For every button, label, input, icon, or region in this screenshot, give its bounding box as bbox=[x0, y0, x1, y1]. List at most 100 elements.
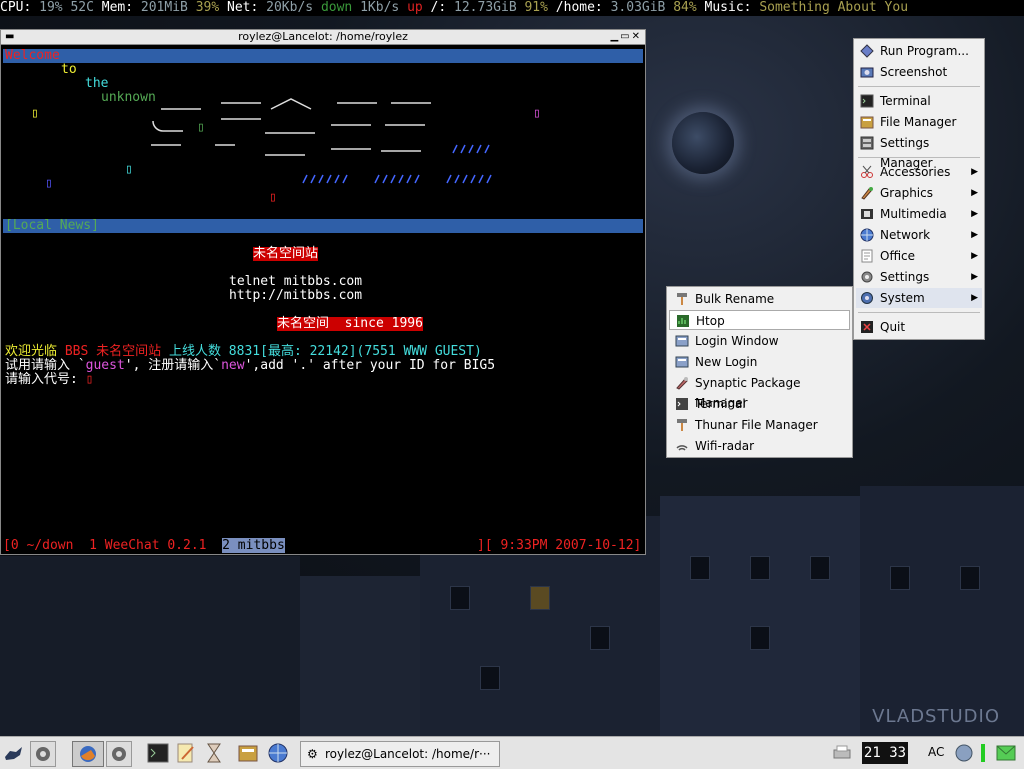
terminal-title: roylez@Lancelot: /home/roylez bbox=[238, 30, 408, 43]
submenu-item-htop[interactable]: Htop bbox=[669, 310, 850, 330]
window-menu-icon[interactable]: ▬ bbox=[5, 30, 14, 44]
menu-item-run-program[interactable]: Run Program... bbox=[856, 41, 982, 61]
workspace-2[interactable] bbox=[72, 741, 104, 767]
tray-network[interactable] bbox=[952, 741, 976, 765]
menu-item-file-manager[interactable]: File Manager bbox=[856, 112, 982, 132]
tray-printer[interactable] bbox=[830, 741, 854, 765]
terminal-titlebar[interactable]: ▬ roylez@Lancelot: /home/roylez ▁▭✕ bbox=[1, 30, 645, 45]
launcher-terminal[interactable] bbox=[146, 741, 170, 765]
htop-icon bbox=[677, 315, 689, 327]
root-value: 12.73GiB bbox=[454, 0, 517, 15]
cpu-percent: 19% bbox=[39, 0, 63, 15]
folder-icon bbox=[860, 116, 874, 129]
globe-icon bbox=[860, 228, 874, 242]
tray-mail[interactable] bbox=[994, 741, 1018, 765]
window-graphic bbox=[750, 626, 770, 650]
launcher-hourglass[interactable] bbox=[202, 741, 226, 765]
task-title: roylez@Lancelot: /home/r··· bbox=[325, 747, 491, 761]
task-terminal[interactable]: ⚙ roylez@Lancelot: /home/r··· bbox=[300, 741, 500, 767]
network-icon bbox=[955, 744, 973, 762]
applications-menu: Run Program... Screenshot Terminal File … bbox=[853, 38, 985, 340]
window-graphic bbox=[530, 586, 550, 610]
launcher-browser[interactable] bbox=[266, 741, 290, 765]
local-news-label: [Local News] bbox=[5, 218, 99, 233]
home-label: /home: bbox=[555, 0, 603, 15]
submenu-arrow-icon: ▶ bbox=[971, 188, 978, 198]
system-icon bbox=[861, 292, 873, 304]
menu-item-terminal[interactable]: Terminal bbox=[856, 91, 982, 111]
document-icon bbox=[861, 249, 873, 263]
window-graphic bbox=[810, 556, 830, 580]
try-line: 试用请输入 `guest', 注册请输入`new',add '.' after … bbox=[5, 358, 496, 373]
login-prompt[interactable]: 请输入代号: ▯ bbox=[5, 373, 93, 387]
ascii-bracket: ▯ bbox=[197, 120, 205, 135]
xfce-menu-button[interactable] bbox=[2, 741, 26, 765]
film-icon bbox=[861, 209, 873, 219]
ascii-bracket: ▯ bbox=[269, 190, 277, 205]
submenu-item-bulk-rename[interactable]: Bulk Rename bbox=[669, 289, 850, 309]
building bbox=[860, 486, 1024, 736]
terminal-icon bbox=[147, 743, 169, 763]
paint-icon bbox=[861, 187, 873, 200]
submenu-arrow-icon: ▶ bbox=[971, 209, 978, 219]
gear-icon bbox=[112, 747, 126, 761]
menu-item-graphics[interactable]: Graphics ▶ bbox=[856, 183, 982, 203]
net-down-value: 20Kb/s bbox=[266, 0, 314, 15]
tray-battery-level bbox=[978, 741, 988, 765]
launcher-editor[interactable] bbox=[174, 741, 198, 765]
status-left: [0 ~/down 1 WeeChat 0.2.1 bbox=[3, 538, 223, 553]
menu-item-quit[interactable]: Quit bbox=[856, 317, 982, 337]
hourglass-icon bbox=[207, 743, 221, 763]
submenu-item-terminal[interactable]: Terminal bbox=[669, 394, 850, 414]
window-graphic bbox=[450, 586, 470, 610]
close-icon[interactable]: ✕ bbox=[632, 31, 642, 42]
submenu-item-wifi-radar[interactable]: Wifi-radar bbox=[669, 436, 850, 456]
net-label: Net: bbox=[227, 0, 259, 15]
battery-bar-icon bbox=[981, 744, 985, 762]
menu-item-multimedia[interactable]: Multimedia ▶ bbox=[856, 204, 982, 224]
maximize-icon[interactable]: ▭ bbox=[620, 31, 631, 42]
minimize-icon[interactable]: ▁ bbox=[610, 31, 620, 42]
workspace-3[interactable] bbox=[106, 741, 132, 767]
workspace-1[interactable] bbox=[30, 741, 56, 767]
submenu-item-thunar[interactable]: Thunar File Manager bbox=[669, 415, 850, 435]
home-percent: 84% bbox=[673, 0, 697, 15]
submenu-arrow-icon: ▶ bbox=[971, 293, 978, 303]
ascii-bracket: ▯ bbox=[125, 162, 133, 177]
ascii-bracket: ▯ bbox=[31, 106, 39, 121]
home-value: 3.03GiB bbox=[610, 0, 666, 15]
menu-item-system[interactable]: System ▶ bbox=[856, 288, 982, 308]
menu-separator bbox=[858, 312, 980, 313]
brush-icon bbox=[677, 419, 687, 431]
run-icon bbox=[860, 44, 874, 58]
scissors-icon bbox=[861, 165, 873, 178]
net-up-label: up bbox=[407, 0, 423, 15]
menu-item-accessories[interactable]: Accessories ▶ bbox=[856, 162, 982, 182]
launcher-file-manager[interactable] bbox=[236, 741, 260, 765]
submenu-item-new-login[interactable]: New Login bbox=[669, 352, 850, 372]
root-label: /: bbox=[430, 0, 447, 15]
to-text: to bbox=[61, 62, 77, 77]
menu-item-settings[interactable]: Settings ▶ bbox=[856, 267, 982, 287]
menu-item-network[interactable]: Network ▶ bbox=[856, 225, 982, 245]
menu-item-settings-manager[interactable]: Settings Manager bbox=[856, 133, 982, 170]
clock[interactable]: 21 33 bbox=[862, 742, 908, 764]
firefox-icon bbox=[80, 746, 96, 762]
menu-item-screenshot[interactable]: Screenshot bbox=[856, 62, 982, 82]
mem-label: Mem: bbox=[101, 0, 134, 15]
menu-item-office[interactable]: Office ▶ bbox=[856, 246, 982, 266]
gear-icon: ⚙ bbox=[307, 747, 318, 761]
submenu-item-login-window[interactable]: Login Window bbox=[669, 331, 850, 351]
gear-icon bbox=[36, 747, 50, 761]
window-controls[interactable]: ▁▭✕ bbox=[610, 30, 642, 44]
terminal-content[interactable]: Welcome to the unknown ▯ ▯ ▯ ▯ ▯ ▯ [Loca… bbox=[1, 45, 645, 555]
http-address: http://mitbbs.com bbox=[229, 288, 363, 303]
status-clock: ][ 9:33PM 2007-10-12] bbox=[477, 538, 642, 553]
window-graphic bbox=[480, 666, 500, 690]
package-icon bbox=[676, 377, 688, 390]
status-selected-window[interactable]: 2 mitbbs bbox=[222, 538, 285, 553]
window-graphic bbox=[690, 556, 710, 580]
window-graphic bbox=[750, 556, 770, 580]
terminal-window[interactable]: ▬ roylez@Lancelot: /home/roylez ▁▭✕ Welc… bbox=[0, 29, 646, 555]
submenu-item-synaptic[interactable]: Synaptic Package Manager bbox=[669, 373, 850, 410]
